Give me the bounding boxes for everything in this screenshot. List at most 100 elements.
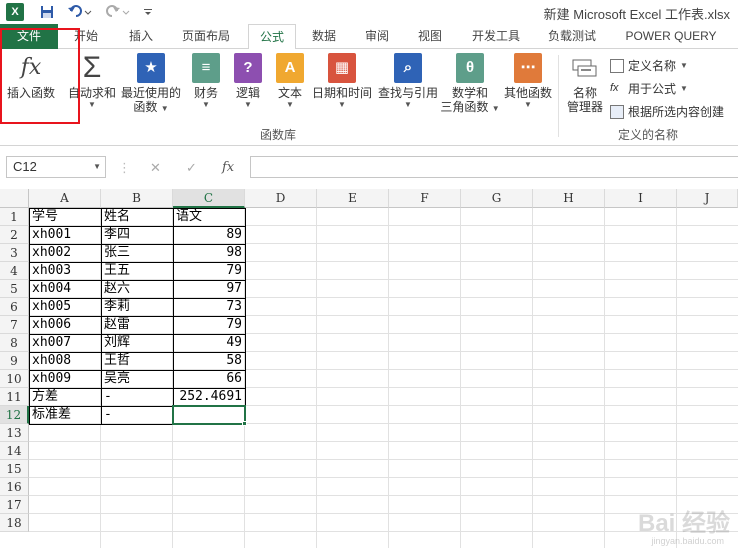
cell-a4[interactable]: xh003 xyxy=(29,262,101,280)
save-icon[interactable] xyxy=(38,2,56,22)
cell-a9[interactable]: xh008 xyxy=(29,352,101,370)
column-header-a[interactable]: A xyxy=(29,189,101,208)
column-header-j[interactable]: J xyxy=(677,189,738,208)
cell-c1[interactable]: 语文 xyxy=(173,208,245,226)
redo-icon[interactable] xyxy=(104,2,132,22)
column-header-g[interactable]: G xyxy=(461,189,533,208)
column-header-i[interactable]: I xyxy=(605,189,677,208)
use-in-formula-button[interactable]: fx 用于公式 ▼ xyxy=(610,80,688,97)
create-from-selection-button[interactable]: 根据所选内容创建 xyxy=(610,103,724,120)
column-header-e[interactable]: E xyxy=(317,189,389,208)
cell-a5[interactable]: xh004 xyxy=(29,280,101,298)
name-box[interactable]: C12 ▼ xyxy=(6,156,106,178)
cell-b8[interactable]: 刘辉 xyxy=(101,334,173,352)
formula-input[interactable] xyxy=(250,156,738,178)
tab-formulas[interactable]: 公式 xyxy=(248,24,296,50)
cell-b1[interactable]: 姓名 xyxy=(101,208,173,226)
cell-b9[interactable]: 王哲 xyxy=(101,352,173,370)
row-header-6[interactable]: 6 xyxy=(0,298,29,316)
cell-c11[interactable]: 252.4691 xyxy=(173,388,245,406)
customize-qat-icon[interactable] xyxy=(140,2,156,22)
insert-function-fx-icon[interactable]: fx xyxy=(222,160,234,175)
tab-data[interactable]: 数据 xyxy=(302,24,346,49)
column-header-d[interactable]: D xyxy=(245,189,317,208)
tab-page-layout[interactable]: 页面布局 xyxy=(172,24,240,49)
cell-b2[interactable]: 李四 xyxy=(101,226,173,244)
row-header-10[interactable]: 10 xyxy=(0,370,29,388)
cell-a3[interactable]: xh002 xyxy=(29,244,101,262)
cell-a1[interactable]: 学号 xyxy=(29,208,101,226)
cell-b6[interactable]: 李莉 xyxy=(101,298,173,316)
row-header-7[interactable]: 7 xyxy=(0,316,29,334)
more-functions-button[interactable]: ⋯ 其他函数 ▼ xyxy=(502,53,554,110)
tab-power-query[interactable]: POWER QUERY xyxy=(616,24,726,49)
ribbon-tabs: 文件 开始 插入 页面布局 公式 数据 审阅 视图 开发工具 负载测试 POWE… xyxy=(0,24,738,50)
math-trig-button[interactable]: θ 数学和 三角函数 ▼ xyxy=(440,53,500,114)
cell-c7[interactable]: 79 xyxy=(173,316,245,334)
cell-c2[interactable]: 89 xyxy=(173,226,245,244)
column-header-b[interactable]: B xyxy=(101,189,173,208)
cancel-icon[interactable]: ✕ xyxy=(150,160,161,176)
column-header-h[interactable]: H xyxy=(533,189,605,208)
cell-b5[interactable]: 赵六 xyxy=(101,280,173,298)
row-header-12[interactable]: 12 xyxy=(0,406,29,424)
row-header-15[interactable]: 15 xyxy=(0,460,29,478)
enter-icon[interactable]: ✓ xyxy=(186,160,197,176)
row-header-2[interactable]: 2 xyxy=(0,226,29,244)
cell-c6[interactable]: 73 xyxy=(173,298,245,316)
tab-view[interactable]: 视图 xyxy=(408,24,452,49)
cell-b7[interactable]: 赵雷 xyxy=(101,316,173,334)
define-name-button[interactable]: 定义名称 ▼ xyxy=(610,57,688,74)
row-header-18[interactable]: 18 xyxy=(0,514,29,532)
row-header-8[interactable]: 8 xyxy=(0,334,29,352)
dropdown-arrow-icon: ▼ xyxy=(524,100,532,109)
row-header-17[interactable]: 17 xyxy=(0,496,29,514)
cell-c9[interactable]: 58 xyxy=(173,352,245,370)
tab-insert[interactable]: 插入 xyxy=(118,24,164,49)
cell-a6[interactable]: xh005 xyxy=(29,298,101,316)
cell-a11[interactable]: 方差 xyxy=(29,388,101,406)
row-header-14[interactable]: 14 xyxy=(0,442,29,460)
row-header-4[interactable]: 4 xyxy=(0,262,29,280)
datetime-button[interactable]: ▦ 日期和时间 ▼ xyxy=(310,53,374,110)
cell-c10[interactable]: 66 xyxy=(173,370,245,388)
row-header-16[interactable]: 16 xyxy=(0,478,29,496)
cell-a7[interactable]: xh006 xyxy=(29,316,101,334)
fill-handle[interactable] xyxy=(242,421,247,426)
tab-developer[interactable]: 开发工具 xyxy=(460,24,532,49)
financial-button[interactable]: ≡ 财务 ▼ xyxy=(188,53,224,110)
select-all-corner[interactable] xyxy=(0,189,29,208)
create-from-selection-label: 根据所选内容创建 xyxy=(628,105,725,119)
cell-c5[interactable]: 97 xyxy=(173,280,245,298)
cell-b10[interactable]: 吴亮 xyxy=(101,370,173,388)
text-button[interactable]: A 文本 ▼ xyxy=(272,53,308,110)
cell-c4[interactable]: 79 xyxy=(173,262,245,280)
cell-b3[interactable]: 张三 xyxy=(101,244,173,262)
column-header-f[interactable]: F xyxy=(389,189,461,208)
row-header-11[interactable]: 11 xyxy=(0,388,29,406)
row-header-9[interactable]: 9 xyxy=(0,352,29,370)
logical-button[interactable]: ? 逻辑 ▼ xyxy=(230,53,266,110)
tab-review[interactable]: 审阅 xyxy=(354,24,400,49)
name-manager-button[interactable]: 名称 管理器 xyxy=(563,53,607,114)
row-header-1[interactable]: 1 xyxy=(0,208,29,226)
cell-b4[interactable]: 王五 xyxy=(101,262,173,280)
row-header-3[interactable]: 3 xyxy=(0,244,29,262)
tab-load-test[interactable]: 负载测试 xyxy=(536,24,608,49)
cell-c3[interactable]: 98 xyxy=(173,244,245,262)
cell-b11[interactable]: - xyxy=(101,388,173,406)
recent-functions-button[interactable]: ★ 最近使用的 函数 ▼ xyxy=(120,53,182,114)
chevron-down-icon[interactable]: ▼ xyxy=(93,157,101,177)
row-header-5[interactable]: 5 xyxy=(0,280,29,298)
column-header-c[interactable]: C xyxy=(173,189,245,208)
cell-b12[interactable]: - xyxy=(101,406,173,424)
lookup-button[interactable]: ⌕ 查找与引用 ▼ xyxy=(376,53,440,110)
worksheet-grid[interactable]: A B C D E F G H I J 1 2 3 4 5 6 7 8 9 10 11 12 13 14 15 16 17 18 学号姓… xyxy=(0,189,738,548)
cell-a2[interactable]: xh001 xyxy=(29,226,101,244)
undo-icon[interactable] xyxy=(66,2,94,22)
cell-a10[interactable]: xh009 xyxy=(29,370,101,388)
row-header-13[interactable]: 13 xyxy=(0,424,29,442)
cell-a8[interactable]: xh007 xyxy=(29,334,101,352)
cell-c8[interactable]: 49 xyxy=(173,334,245,352)
cell-a12[interactable]: 标准差 xyxy=(29,406,101,424)
